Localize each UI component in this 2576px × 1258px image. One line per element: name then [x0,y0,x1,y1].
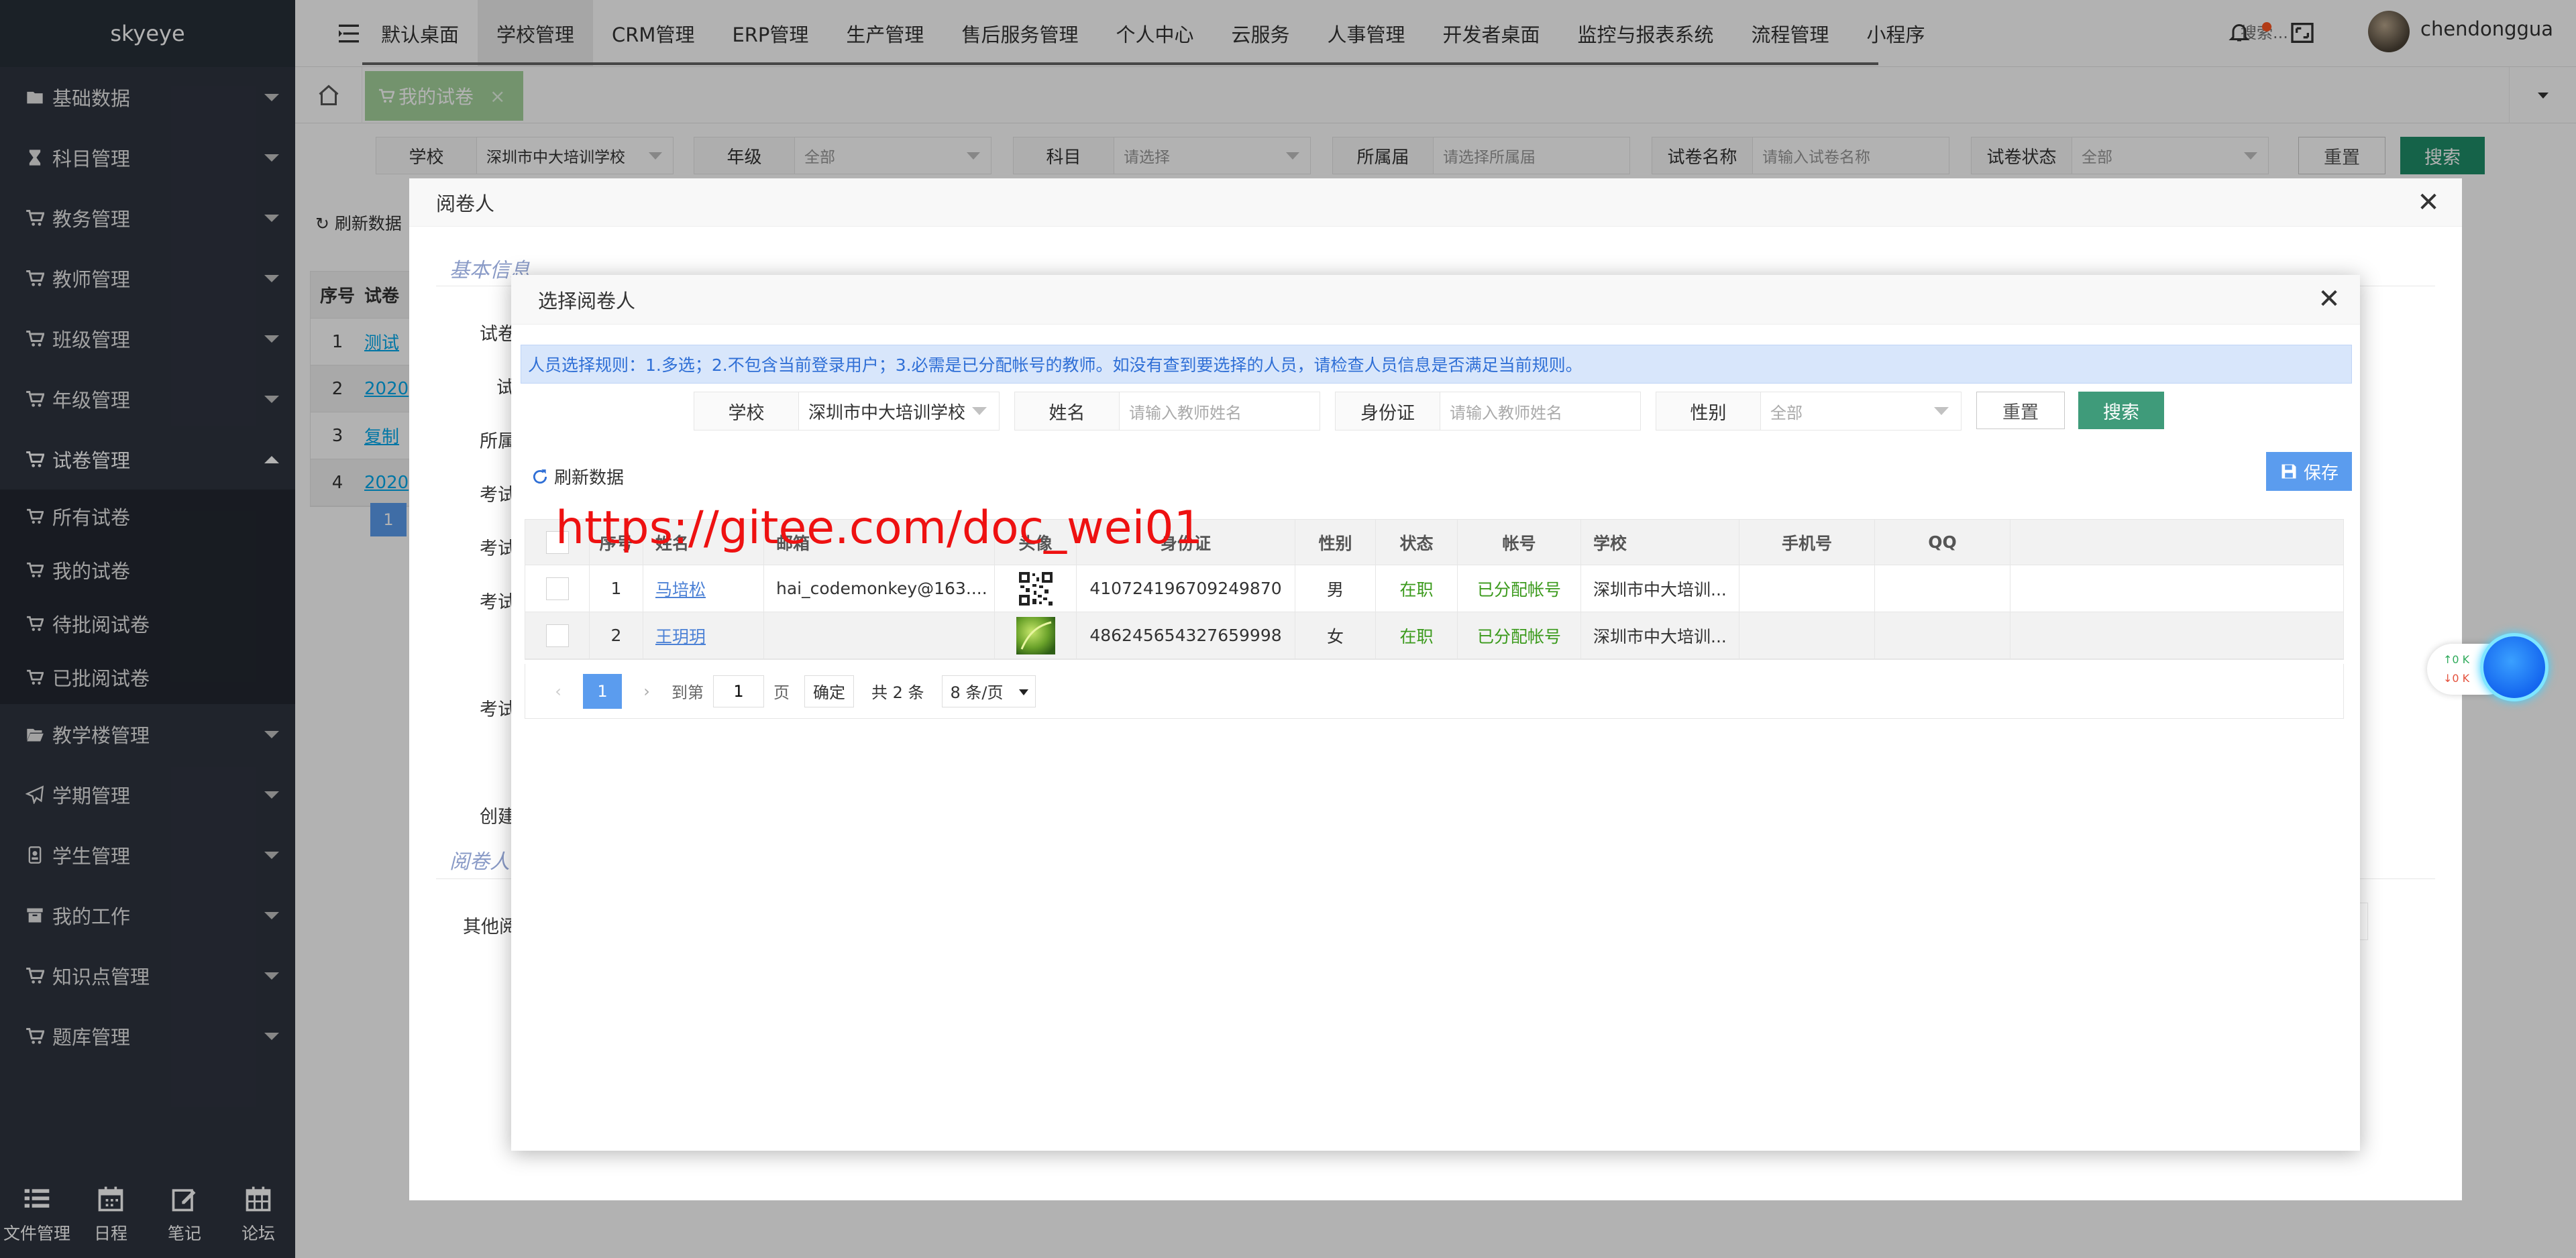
header-cell: 手机号 [1739,520,1875,565]
form-label: 考试 [480,592,516,613]
header-cell: 学校 [1581,520,1739,565]
checkbox-cell [525,565,590,612]
cell-gender: 女 [1295,612,1376,659]
refresh-label: 刷新数据 [554,468,625,488]
table-row[interactable]: 1 马培松 hai_codemonkey@163.... 41072419670… [525,565,2343,612]
cell-idcard: 486245654327659998 [1077,612,1295,659]
section-reader: 阅卷人 [449,850,510,874]
checkbox-cell [525,612,590,659]
cell-qq [1875,565,2010,612]
cell-account: 已分配帐号 [1458,612,1581,659]
gender-select[interactable]: 全部 [1761,392,1961,430]
row-checkbox[interactable] [545,577,569,600]
select-reader-dialog: 选择阅卷人 ✕ 人员选择规则：1.多选；2.不包含当前登录用户；3.必需是已分配… [511,275,2360,1151]
cell-phone [1739,565,1875,612]
close-icon[interactable]: ✕ [2415,189,2442,216]
header-cell: 帐号 [1458,520,1581,565]
cell-status: 在职 [1376,612,1458,659]
cell-index: 2 [590,612,643,659]
cell-index: 1 [590,565,643,612]
school-select[interactable]: 深圳市中大培训学校 [799,392,999,430]
dialog-title: 阅卷人 [409,178,2462,227]
cell-school: 深圳市中大培训... [1581,612,1739,659]
pagination: ‹ 1 › 到第 页 确定 共 2 条 8 条/页 [525,664,2344,719]
leaf-photo-avatar[interactable] [1016,616,1055,654]
header-cell: QQ [1875,520,2010,565]
cell-account: 已分配帐号 [1458,565,1581,612]
form-label: 创建 [480,807,516,827]
cell-status: 在职 [1376,565,1458,612]
chevron-down-icon [972,407,987,415]
teacher-name-link[interactable]: 马培松 [655,577,706,601]
filter-school[interactable]: 学校 深圳市中大培训学校 [694,392,1000,431]
page-current[interactable]: 1 [583,673,622,709]
cell-name: 王玥玥 [643,612,764,659]
filter-label: 学校 [694,392,799,430]
cell-gender: 男 [1295,565,1376,612]
form-label: 所属 [480,431,516,452]
header-cell: 状态 [1376,520,1458,565]
filter-label: 姓名 [1015,392,1120,430]
refresh-icon [531,468,549,485]
idcard-input[interactable]: 请输入教师姓名 [1440,392,1640,430]
goto-label: 到第 [672,683,704,702]
save-button[interactable]: 保存 [2266,452,2352,491]
row-checkbox[interactable] [545,624,569,647]
prev-page-icon[interactable]: ‹ [539,674,578,709]
cell-phone [1739,612,1875,659]
save-icon [2279,462,2298,481]
filter-name[interactable]: 姓名 请输入教师姓名 [1014,392,1320,431]
cell-email: hai_codemonkey@163.... [764,565,995,612]
floating-assistant-ball[interactable] [2480,633,2548,701]
cell-school: 深圳市中大培训... [1581,565,1739,612]
search-button[interactable]: 搜索 [2078,392,2164,429]
cell-email [764,612,995,659]
next-page-icon[interactable]: › [627,674,666,709]
cell-idcard: 410724196709249870 [1077,565,1295,612]
cell-avatar [995,565,1077,612]
form-label: 考试 [480,538,516,559]
chevron-down-icon [1934,407,1949,415]
form-label: 考试 [480,485,516,506]
close-icon[interactable]: ✕ [2316,286,2343,312]
filter-label: 性别 [1656,392,1761,430]
per-page-select[interactable]: 8 条/页 [941,675,1036,707]
dialog-title: 选择阅卷人 [511,275,2360,325]
name-input[interactable]: 请输入教师姓名 [1120,392,1320,430]
teacher-name-link[interactable]: 王玥玥 [655,624,706,648]
selection-rule-notice: 人员选择规则：1.多选；2.不包含当前登录用户；3.必需是已分配帐号的教师。如没… [521,345,2352,384]
form-label: 考试 [480,699,516,720]
qr-code-avatar[interactable] [1017,570,1054,607]
filter-label: 身份证 [1336,392,1440,430]
page-number-input[interactable] [713,675,764,707]
filter-idcard[interactable]: 身份证 请输入教师姓名 [1335,392,1641,431]
caret-down-icon [1018,689,1028,695]
cell-avatar [995,612,1077,659]
form-label: 其他阅 [463,917,517,937]
cell-name: 马培松 [643,565,764,612]
total-count: 共 2 条 [871,683,924,702]
form-label: 试卷 [480,324,516,345]
reset-button[interactable]: 重置 [1976,392,2065,429]
refresh-button[interactable]: 刷新数据 [531,464,624,489]
filter-gender[interactable]: 性别 全部 [1656,392,1962,431]
table-row[interactable]: 2 王玥玥 486245654327659998 女 在职 已分配帐号 深圳市中… [525,612,2343,659]
header-cell: 性别 [1295,520,1376,565]
cell-qq [1875,612,2010,659]
save-label: 保存 [2303,463,2339,483]
page-unit-label: 页 [773,683,790,702]
page-confirm-button[interactable]: 确定 [804,675,854,707]
watermark-text: https://gitee.com/doc_wei01 [555,502,1203,555]
